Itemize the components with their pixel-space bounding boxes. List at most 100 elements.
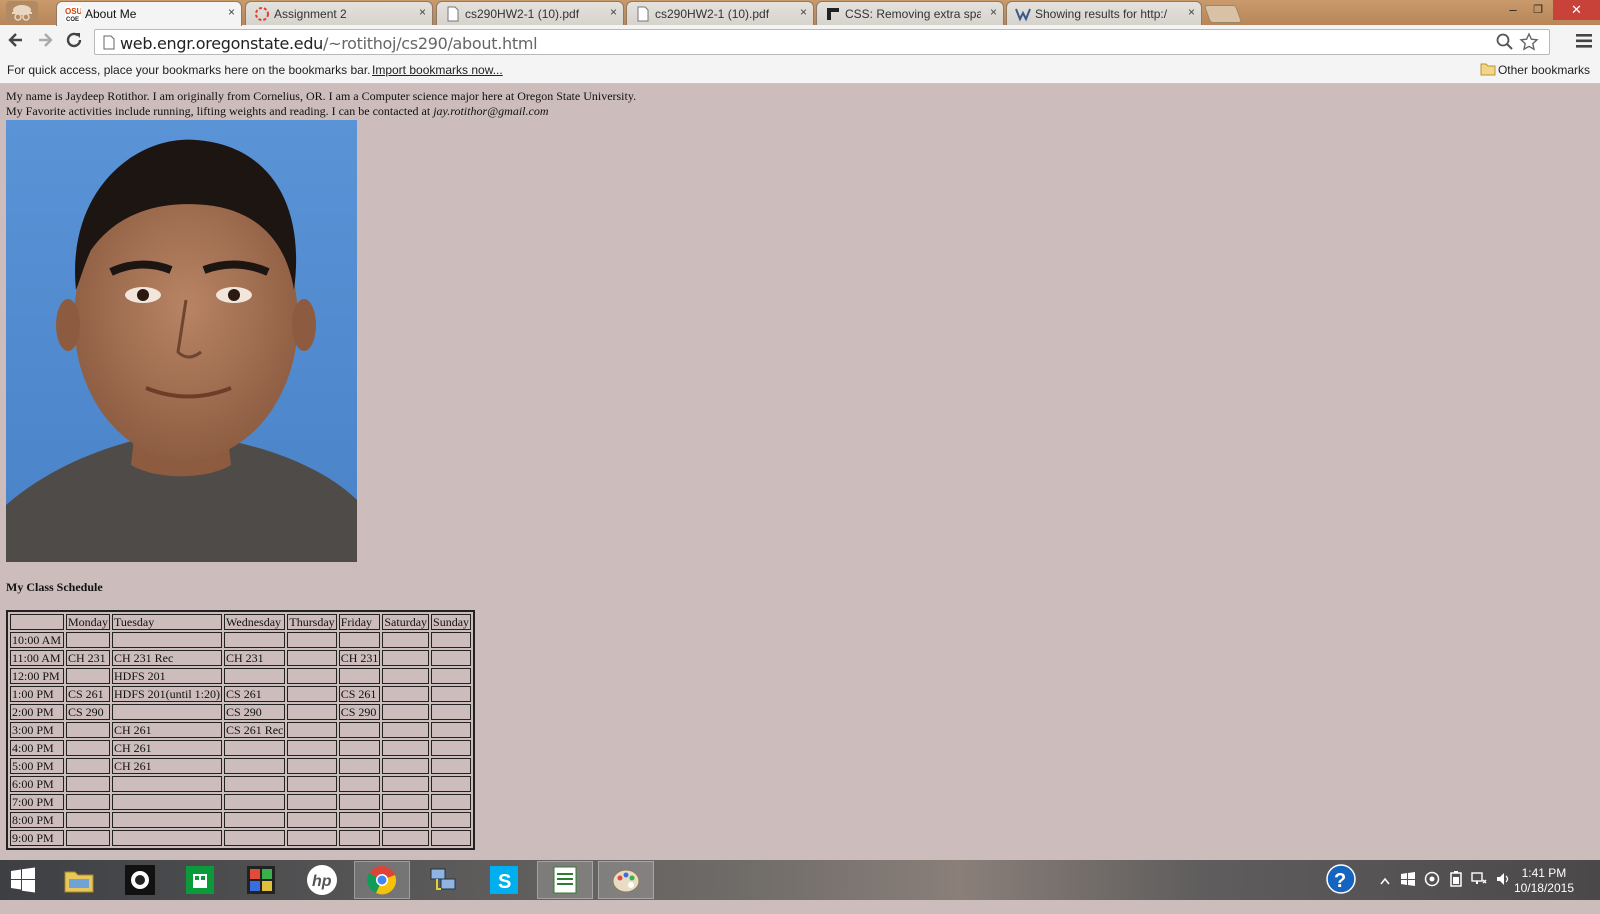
- table-row: 12:00 PM HDFS 201: [10, 668, 472, 684]
- table-row: 7:00 PM: [10, 794, 472, 810]
- close-icon[interactable]: ×: [419, 5, 426, 19]
- menu-icon[interactable]: [1576, 34, 1592, 53]
- camera-app-icon: [125, 865, 155, 895]
- back-button[interactable]: [4, 30, 28, 54]
- forward-button[interactable]: [33, 30, 57, 54]
- table-row: 11:00 AM CH 231 CH 231 Rec CH 231 CH 231: [10, 650, 472, 666]
- schedule-cell: [224, 812, 286, 828]
- address-bar[interactable]: web.engr.oregonstate.edu/~rotithoj/cs290…: [94, 29, 1550, 55]
- paint-icon: [612, 869, 640, 893]
- schedule-cell: [431, 830, 472, 846]
- window-close-button[interactable]: ✕: [1553, 0, 1600, 20]
- schedule-cell: [338, 830, 381, 846]
- url-path: /~rotithoj/cs290/about.html: [323, 34, 538, 53]
- schedule-cell: CH 231: [66, 650, 110, 666]
- help-icon[interactable]: ?: [1326, 864, 1356, 904]
- new-tab-button[interactable]: [1203, 5, 1243, 23]
- url-domain: web.engr.oregonstate.edu: [120, 34, 324, 53]
- schedule-cell: [66, 668, 110, 684]
- validator-icon: [1015, 6, 1031, 22]
- store-icon: [186, 866, 214, 894]
- show-hidden-icons-icon[interactable]: [1380, 874, 1390, 914]
- table-row: 1:00 PM CS 261 HDFS 201(until 1:20) CS 261 C…: [10, 686, 472, 702]
- taskbar-clock[interactable]: 1:41 PM 10/18/2015: [1514, 866, 1574, 896]
- reload-button[interactable]: [62, 30, 86, 54]
- close-icon[interactable]: ×: [228, 5, 235, 19]
- store-button[interactable]: [172, 861, 228, 899]
- folder-icon: [1480, 62, 1496, 79]
- schedule-cell: CH 261: [112, 758, 223, 774]
- schedule-cell: [224, 632, 286, 648]
- schedule-cell: [431, 740, 472, 756]
- time-cell: 11:00 AM: [10, 650, 64, 666]
- start-button[interactable]: [0, 861, 46, 899]
- skype-icon: S: [490, 866, 518, 894]
- tab-title: CSS: Removing extra spac: [845, 7, 981, 21]
- skype-button[interactable]: S: [476, 861, 532, 899]
- action-center-icon[interactable]: [1400, 871, 1416, 911]
- close-icon[interactable]: ×: [990, 5, 997, 19]
- schedule-cell: [224, 794, 286, 810]
- time-cell: 7:00 PM: [10, 794, 64, 810]
- chrome-button[interactable]: [354, 861, 410, 899]
- volume-icon[interactable]: [1495, 871, 1511, 911]
- column-header: Saturday: [382, 614, 430, 630]
- schedule-cell: [382, 812, 430, 828]
- column-header: Thursday: [287, 614, 337, 630]
- battery-icon[interactable]: [1448, 871, 1464, 911]
- camera-app-button[interactable]: [112, 861, 168, 899]
- schedule-cell: CH 231 Rec: [112, 650, 223, 666]
- osu-coe-icon: OSU COE: [65, 6, 83, 23]
- tab-assignment-2[interactable]: Assignment 2 ×: [245, 1, 433, 25]
- other-bookmarks-button[interactable]: Other bookmarks: [1498, 63, 1590, 77]
- schedule-cell: CS 290: [224, 704, 286, 720]
- hp-button[interactable]: hp: [294, 861, 350, 899]
- tab-title: Assignment 2: [274, 7, 347, 21]
- schedule-cell: [66, 632, 110, 648]
- bookmark-star-icon[interactable]: [1519, 32, 1539, 57]
- time-cell: 8:00 PM: [10, 812, 64, 828]
- file-explorer-button[interactable]: [51, 861, 107, 899]
- bookmarks-bar: For quick access, place your bookmarks h…: [0, 59, 1600, 84]
- schedule-cell: [338, 668, 381, 684]
- schedule-cell: [224, 668, 286, 684]
- schedule-cell: CS 261: [338, 686, 381, 702]
- incognito-profile-icon[interactable]: [6, 1, 38, 23]
- import-bookmarks-link[interactable]: Import bookmarks now...: [372, 63, 503, 77]
- svg-text:OSU: OSU: [65, 7, 81, 16]
- url-text[interactable]: web.engr.oregonstate.edu/~rotithoj/cs290…: [120, 34, 538, 53]
- table-row: 10:00 AM: [10, 632, 472, 648]
- close-icon[interactable]: ×: [1188, 5, 1195, 19]
- restore-button[interactable]: ❐: [1523, 0, 1553, 20]
- close-icon[interactable]: ×: [800, 5, 807, 19]
- spreadsheet-button[interactable]: [537, 861, 593, 899]
- document-icon: [635, 6, 651, 22]
- onedrive-icon[interactable]: [1424, 871, 1440, 911]
- close-icon[interactable]: ×: [610, 5, 617, 19]
- schedule-cell: [287, 650, 337, 666]
- schedule-cell: [224, 758, 286, 774]
- tab-pdf-1[interactable]: cs290HW2-1 (10).pdf ×: [436, 1, 624, 25]
- search-icon[interactable]: [1496, 33, 1514, 56]
- schedule-cell: [287, 740, 337, 756]
- tab-css-removing-extra-space[interactable]: CSS: Removing extra spac ×: [816, 1, 1004, 25]
- tab-validator-results[interactable]: Showing results for http:/ ×: [1006, 1, 1202, 25]
- column-header: [10, 614, 64, 630]
- schedule-cell: [431, 758, 472, 774]
- schedule-cell: [431, 812, 472, 828]
- schedule-cell: [66, 758, 110, 774]
- schedule-cell: [382, 758, 430, 774]
- paint-button[interactable]: [598, 861, 654, 899]
- photos-app-button[interactable]: [233, 861, 289, 899]
- schedule-cell: [382, 740, 430, 756]
- network-app-button[interactable]: [415, 861, 471, 899]
- schedule-cell: [338, 812, 381, 828]
- time-cell: 2:00 PM: [10, 704, 64, 720]
- intro-text: My name is Jaydeep Rotithor. I am origin…: [6, 89, 636, 119]
- canvas-icon: [254, 6, 270, 22]
- schedule-cell: CH 231: [224, 650, 286, 666]
- tab-about-me[interactable]: OSU COE About Me ×: [56, 1, 242, 26]
- schedule-cell: [287, 722, 337, 738]
- tab-pdf-2[interactable]: cs290HW2-1 (10).pdf ×: [626, 1, 814, 25]
- network-icon[interactable]: [1471, 871, 1487, 911]
